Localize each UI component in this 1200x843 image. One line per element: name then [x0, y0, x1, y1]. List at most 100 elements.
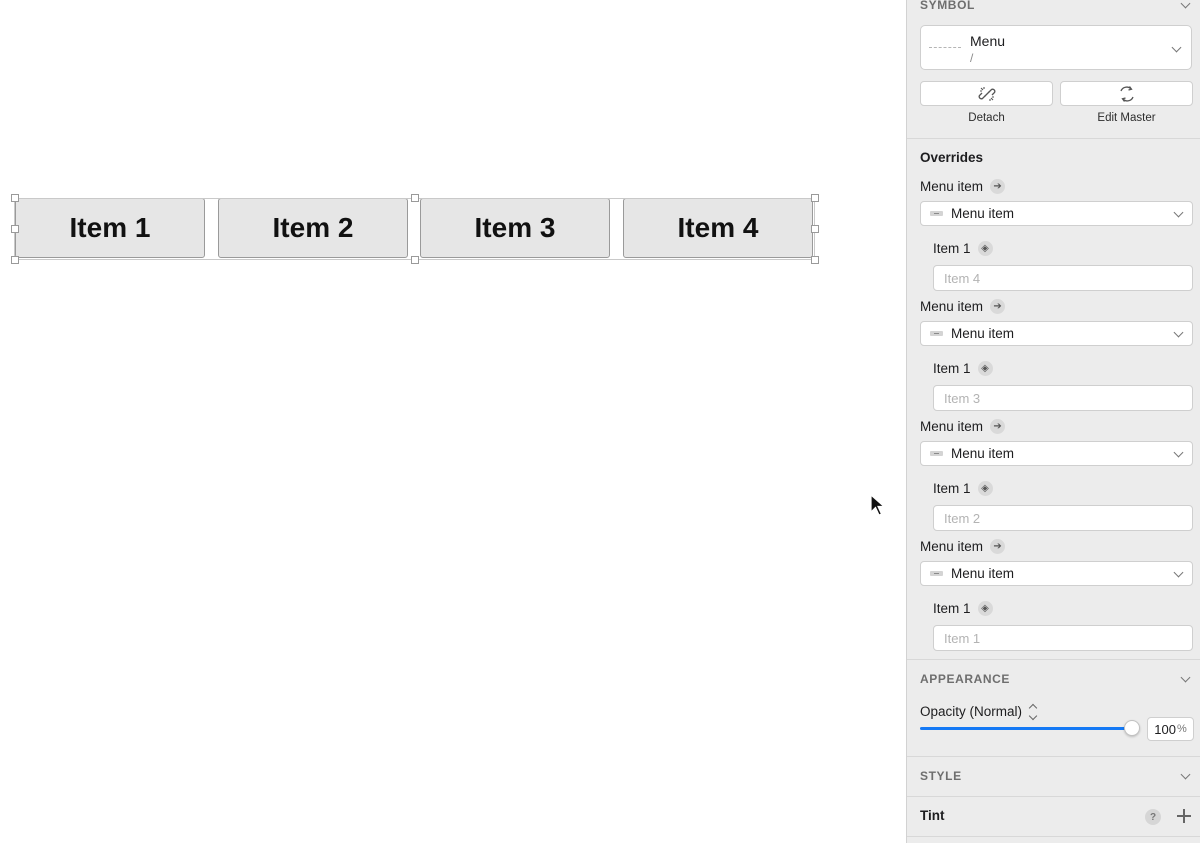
symbol-section-header[interactable]: SYMBOL [920, 0, 1190, 14]
override-dropdown-value: Menu item [951, 566, 1015, 581]
menu-item-3-label: Item 3 [474, 212, 556, 243]
divider [907, 659, 1200, 660]
appearance-section-title: APPEARANCE [920, 672, 1011, 686]
cursor-icon [870, 494, 886, 516]
arrow-right-icon[interactable]: ➔ [990, 419, 1006, 434]
resize-handle-top-right[interactable] [811, 194, 819, 202]
chevron-down-icon [1173, 569, 1183, 579]
override-label: Menu item ➔ [920, 179, 1006, 194]
opacity-unit: % [1176, 723, 1187, 735]
help-icon[interactable]: ? [1145, 809, 1161, 825]
menu-item-2-label: Item 2 [272, 212, 354, 243]
detach-label: Detach [968, 112, 1005, 124]
override-label: Menu item ➔ [920, 539, 1006, 554]
edit-master-button[interactable] [1060, 81, 1193, 106]
divider [907, 836, 1200, 837]
resize-handle-top-center[interactable] [411, 194, 419, 202]
inspector-panel: SYMBOL Menu / Detach Edit Master Overrid… [906, 0, 1200, 843]
chevron-down-icon[interactable] [1180, 0, 1190, 10]
divider [907, 796, 1200, 797]
menu-item-2[interactable]: Item 2 [218, 198, 408, 258]
chevron-down-icon[interactable] [1180, 674, 1190, 684]
override-label-text: Menu item [920, 179, 984, 194]
override-dropdown[interactable]: Menu item [920, 441, 1193, 466]
resize-handle-bottom-left[interactable] [11, 256, 19, 264]
override-text-label: Item 1 ◈ [933, 601, 993, 616]
arrow-right-icon[interactable]: ➔ [990, 539, 1006, 554]
override-text-label: Item 1 ◈ [933, 361, 993, 376]
override-dropdown[interactable]: Menu item [920, 321, 1193, 346]
appearance-section-header[interactable]: APPEARANCE [920, 670, 1190, 688]
override-dropdown-value: Menu item [951, 446, 1015, 461]
symbol-section-title: SYMBOL [920, 0, 975, 12]
opacity-blend-selector[interactable]: Opacity (Normal) [920, 703, 1038, 720]
arrow-right-icon[interactable]: ➔ [990, 299, 1006, 314]
resize-handle-middle-left[interactable] [11, 225, 19, 233]
opacity-slider-knob[interactable] [1124, 720, 1140, 736]
chevron-down-icon[interactable] [1180, 771, 1190, 781]
override-text-label: Item 1 ◈ [933, 241, 993, 256]
overrides-title: Overrides [920, 150, 984, 165]
override-text-label-text: Item 1 [933, 601, 971, 616]
opacity-input[interactable]: 100% [1147, 717, 1194, 741]
resize-handle-middle-right[interactable] [811, 225, 819, 233]
chevron-down-icon [1173, 209, 1183, 219]
menu-item-4-label: Item 4 [677, 212, 759, 243]
opacity-label: Opacity (Normal) [920, 704, 1023, 719]
layers-icon: ◈ [977, 361, 993, 376]
symbol-thumbnail-icon [930, 571, 943, 576]
resize-handle-bottom-center[interactable] [411, 256, 419, 264]
override-label: Menu item ➔ [920, 419, 1006, 434]
opacity-slider-track[interactable] [920, 727, 1132, 730]
symbol-thumbnail-icon [930, 451, 943, 456]
layers-icon: ◈ [977, 481, 993, 496]
menu-item-1-label: Item 1 [69, 212, 151, 243]
plus-icon[interactable] [1176, 808, 1192, 824]
symbol-thumbnail-icon [930, 211, 943, 216]
override-text-input[interactable] [933, 265, 1193, 291]
override-label-text: Menu item [920, 539, 984, 554]
resize-handle-top-left[interactable] [11, 194, 19, 202]
override-text-label-text: Item 1 [933, 241, 971, 256]
refresh-icon [1119, 85, 1134, 102]
override-dropdown[interactable]: Menu item [920, 561, 1193, 586]
override-label-text: Menu item [920, 419, 984, 434]
tint-title: Tint [920, 808, 945, 823]
layers-icon: ◈ [977, 601, 993, 616]
symbol-name: Menu [970, 33, 1006, 49]
arrow-right-icon[interactable]: ➔ [990, 179, 1006, 194]
override-text-input[interactable] [933, 625, 1193, 651]
override-text-label: Item 1 ◈ [933, 481, 993, 496]
menu-item-4[interactable]: Item 4 [623, 198, 813, 258]
override-text-input[interactable] [933, 505, 1193, 531]
opacity-value: 100 [1154, 721, 1176, 737]
edit-master-label: Edit Master [1097, 112, 1156, 124]
symbol-picker[interactable]: Menu / [920, 25, 1192, 70]
resize-handle-bottom-right[interactable] [811, 256, 819, 264]
override-dropdown[interactable]: Menu item [920, 201, 1193, 226]
menu-symbol-instance[interactable]: Item 1 Item 2 Item 3 Item 4 [14, 198, 816, 260]
override-text-label-text: Item 1 [933, 361, 971, 376]
detach-button[interactable] [920, 81, 1053, 106]
symbol-thumbnail-icon [930, 331, 943, 336]
override-label-text: Menu item [920, 299, 984, 314]
stepper-icon [1028, 703, 1038, 720]
chevron-down-icon [1171, 44, 1181, 54]
override-text-input[interactable] [933, 385, 1193, 411]
style-section-header[interactable]: STYLE [920, 767, 1190, 785]
divider [907, 138, 1200, 139]
divider [907, 756, 1200, 757]
chevron-down-icon [1173, 329, 1183, 339]
override-dropdown-value: Menu item [951, 206, 1015, 221]
override-label: Menu item ➔ [920, 299, 1006, 314]
symbol-path: / [970, 51, 974, 65]
menu-item-1[interactable]: Item 1 [15, 198, 205, 258]
unlink-icon [978, 86, 995, 101]
help-glyph: ? [1149, 811, 1157, 823]
chevron-down-icon [1173, 449, 1183, 459]
canvas[interactable]: Item 1 Item 2 Item 3 Item 4 [0, 0, 906, 843]
layers-icon: ◈ [977, 241, 993, 256]
override-text-label-text: Item 1 [933, 481, 971, 496]
override-dropdown-value: Menu item [951, 326, 1015, 341]
menu-item-3[interactable]: Item 3 [420, 198, 610, 258]
